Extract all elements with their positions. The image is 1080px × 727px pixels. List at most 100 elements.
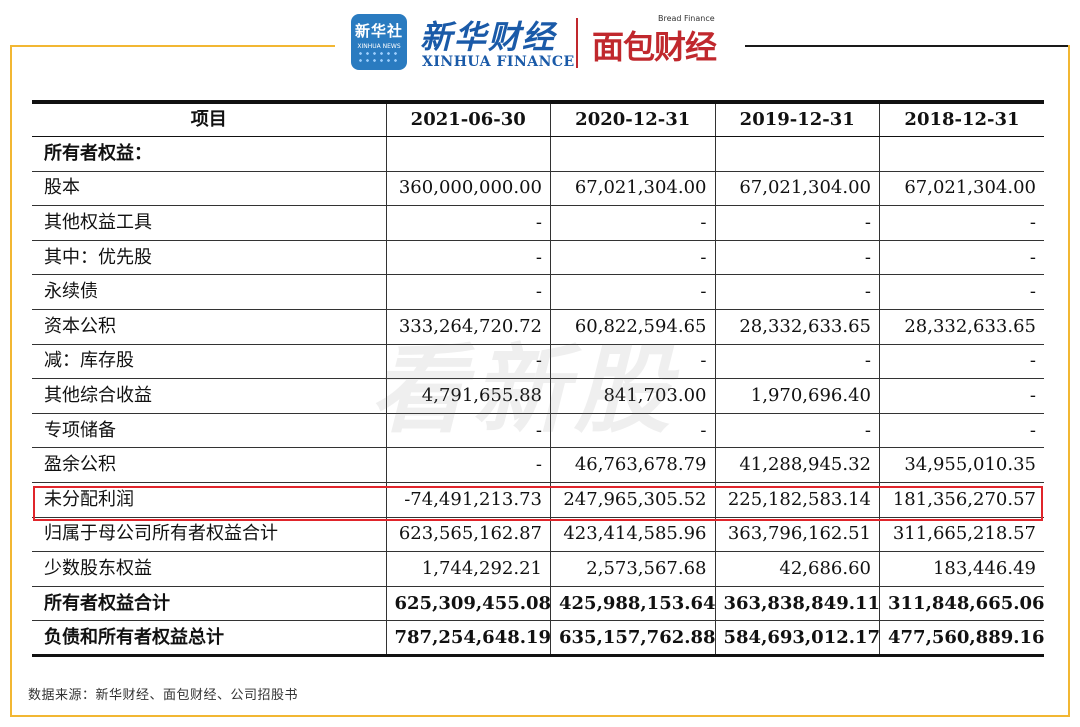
row-label: 少数股东权益 <box>32 551 386 587</box>
table-row: 少数股东权益 1,744,292.21 2,573,567.68 42,686.60 1… <box>32 551 1044 587</box>
table-cell: 181,356,270.57 <box>879 482 1044 518</box>
row-label: 未分配利润 <box>32 482 386 518</box>
table-row: 其中：优先股 - - - - <box>32 240 1044 276</box>
frame-left-line <box>10 45 12 717</box>
table-cell: - <box>385 274 551 311</box>
table-cell: 1,744,292.21 <box>385 551 551 587</box>
table-cell: 42,686.60 <box>714 551 880 587</box>
table-cell: 584,693,012.17 <box>714 620 880 656</box>
table-cell: 41,288,945.32 <box>714 447 880 484</box>
xinhua-logo-en: XINHUA NEWS <box>357 43 401 50</box>
table-cell: 28,332,633.65 <box>714 309 880 345</box>
logo-dots-icon <box>357 50 401 64</box>
table-cell: 625,309,455.08 <box>385 586 551 622</box>
table-row: 负债和所有者权益总计 787,254,648.19 635,157,762.88 58… <box>32 620 1044 656</box>
table-cell: - <box>879 413 1044 449</box>
row-label: 股本 <box>32 171 386 207</box>
table-cell: 635,157,762.88 <box>550 620 715 656</box>
table-body: 所有者权益： 股本 360,000,000.00 67,021,304.00 67,02… <box>32 136 1044 656</box>
table-row: 所有者权益： <box>32 136 1044 172</box>
table-cell: - <box>385 447 551 484</box>
frame-top-line-left <box>10 45 335 47</box>
table-cell: 363,838,849.11 <box>714 586 880 622</box>
equity-table: 项目 2021-06-30 2020-12-31 2019-12-31 2018… <box>32 100 1044 657</box>
table-cell: - <box>550 344 715 380</box>
row-label: 减：库存股 <box>32 344 386 380</box>
brand-separator <box>576 18 578 68</box>
table-cell: 34,955,010.35 <box>879 447 1044 484</box>
table-cell: 1,970,696.40 <box>714 378 880 414</box>
table-cell: 311,848,665.06 <box>879 586 1044 622</box>
table-row: 其他权益工具 - - - - <box>32 205 1044 241</box>
row-label: 其他综合收益 <box>32 378 386 414</box>
table-cell: - <box>550 274 715 311</box>
table-cell: 67,021,304.00 <box>714 171 880 207</box>
table-cell: 60,822,594.65 <box>550 309 715 345</box>
table-cell: 841,703.00 <box>550 378 715 414</box>
row-label: 归属于母公司所有者权益合计 <box>32 517 386 553</box>
row-label: 所有者权益： <box>32 136 386 172</box>
row-label: 其他权益工具 <box>32 205 386 241</box>
table-cell: - <box>550 240 715 276</box>
column-header: 2018-12-31 <box>879 102 1044 138</box>
table-cell: 46,763,678.79 <box>550 447 715 484</box>
table-cell: - <box>879 378 1044 414</box>
row-label: 专项储备 <box>32 413 386 449</box>
column-header: 项目 <box>32 102 386 138</box>
table-cell: -74,491,213.73 <box>385 482 551 518</box>
bread-finance-logo: 面包财经 <box>592 28 717 66</box>
table-row: 归属于母公司所有者权益合计 623,565,162.87 423,414,585.9… <box>32 517 1044 553</box>
table-cell: 363,796,162.51 <box>714 517 880 553</box>
table-cell: 623,565,162.87 <box>385 517 551 553</box>
table-cell: - <box>385 344 551 380</box>
frame-top-line-right <box>745 45 1070 47</box>
table-row: 所有者权益合计 625,309,455.08 425,988,153.64 363,8… <box>32 586 1044 622</box>
table-cell: 4,791,655.88 <box>385 378 551 414</box>
row-label: 资本公积 <box>32 309 386 345</box>
table-cell: - <box>879 344 1044 380</box>
table-cell: 477,560,889.16 <box>879 620 1044 656</box>
table-cell: 67,021,304.00 <box>550 171 715 207</box>
table-cell: - <box>714 240 880 276</box>
table-cell <box>714 136 880 172</box>
table-cell: - <box>714 344 880 380</box>
row-label: 所有者权益合计 <box>32 586 386 622</box>
table-cell: - <box>714 274 880 311</box>
table-cell: 425,988,153.64 <box>550 586 715 622</box>
row-label: 负债和所有者权益总计 <box>32 620 386 656</box>
table-cell <box>385 136 551 172</box>
table-cell: - <box>550 205 715 241</box>
table-cell: 67,021,304.00 <box>879 171 1044 207</box>
xinhua-logo-cn: 新华社 <box>354 22 403 40</box>
table-cell: - <box>879 205 1044 241</box>
data-source-note: 数据来源：新华财经、面包财经、公司招股书 <box>28 688 299 703</box>
table-row: 未分配利润 -74,491,213.73 247,965,305.52 225,182… <box>32 482 1044 518</box>
table-cell: 787,254,648.19 <box>385 620 551 656</box>
row-label: 永续债 <box>32 274 386 311</box>
table-cell: - <box>879 240 1044 276</box>
column-header: 2019-12-31 <box>714 102 880 138</box>
table-row: 资本公积 333,264,720.72 60,822,594.65 28,332,63… <box>32 309 1044 345</box>
table-cell: - <box>714 205 880 241</box>
table-cell: - <box>385 240 551 276</box>
column-header: 2020-12-31 <box>550 102 715 138</box>
xinhua-finance-brand-cn: 新华财经 <box>420 18 557 56</box>
xinhua-finance-brand-en: XINHUA FINANCE <box>422 54 575 70</box>
table-cell: - <box>879 274 1044 311</box>
table-cell: - <box>385 205 551 241</box>
table-cell <box>550 136 715 172</box>
table-row: 盈余公积 -46,763,678.79 41,288,945.32 34,955,01… <box>32 447 1044 484</box>
column-header: 2021-06-30 <box>385 102 551 138</box>
row-label: 盈余公积 <box>32 447 386 484</box>
table-cell: 183,446.49 <box>879 551 1044 587</box>
table-cell: - <box>385 413 551 449</box>
table-row: 股本 360,000,000.00 67,021,304.00 67,021,304.… <box>32 171 1044 207</box>
table-cell: - <box>714 413 880 449</box>
table-cell: 360,000,000.00 <box>385 171 551 207</box>
table-cell: 247,965,305.52 <box>550 482 715 518</box>
frame-right-line <box>1068 45 1070 717</box>
frame-bottom-line <box>10 715 1070 717</box>
table-cell: 333,264,720.72 <box>385 309 551 345</box>
table-row: 专项储备 - - - - <box>32 413 1044 449</box>
table-cell: 311,665,218.57 <box>879 517 1044 553</box>
